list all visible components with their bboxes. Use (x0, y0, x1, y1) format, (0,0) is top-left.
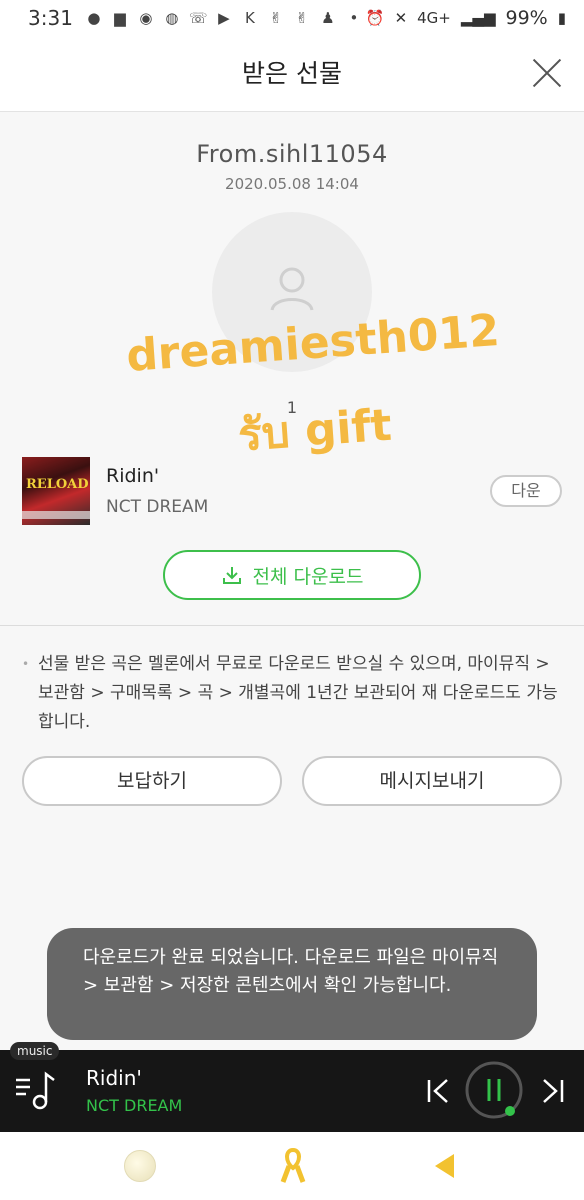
music-tag: music (10, 1042, 60, 1060)
album-cover-text: RELOAD (26, 477, 89, 492)
pause-icon[interactable] (464, 1060, 524, 1120)
send-message-button[interactable]: 메시지보내기 (302, 756, 562, 806)
status-time: 3:31 (28, 6, 73, 30)
reply-gift-button[interactable]: 보답하기 (22, 756, 282, 806)
download-button[interactable]: 다운 (490, 475, 562, 507)
album-cover: RELOAD (22, 457, 90, 525)
battery-icon: ▮ (557, 9, 566, 27)
dot-icon: • (349, 9, 359, 27)
toast-message: 다운로드가 완료 되었습니다. 다운로드 파일은 마이뮤직 > 보관함 > 저장… (47, 928, 537, 1040)
download-icon (222, 567, 241, 584)
notice-text: 선물 받은 곡은 멜론에서 무료로 다운로드 받으실 수 있으며, 마이뮤직 >… (22, 650, 562, 737)
user-icon (270, 267, 314, 311)
system-nav-bar (0, 1132, 584, 1200)
mini-player[interactable]: Ridin' NCT DREAM (0, 1050, 584, 1132)
youtube-icon: ▶ (218, 9, 230, 27)
peace-icon: ✌ (269, 9, 283, 27)
figure-icon: ♟ (321, 9, 335, 27)
line-icon: ◍ (165, 9, 179, 27)
mute-icon: ✕ (394, 9, 408, 27)
player-artist: NCT DREAM (86, 1096, 183, 1115)
moon-icon[interactable] (124, 1150, 156, 1182)
song-row: RELOAD Ridin' NCT DREAM 다운 (0, 455, 584, 527)
player-title: Ridin' (86, 1066, 142, 1090)
download-all-label: 전체 다운로드 (252, 565, 364, 588)
action-buttons: 보답하기 메시지보내기 (22, 756, 562, 806)
notification-icons: ● ▆ ◉ ◍ ☏ ▶ K ✌ ✌ ♟ • (85, 9, 363, 27)
kplus-icon: K (245, 9, 255, 27)
battery-percent: 99% (505, 7, 548, 29)
gift-date: 2020.05.08 14:04 (225, 175, 359, 193)
status-right: ⏰ ✕ 4G+ ▂▄▆ 99% ▮ (366, 7, 566, 29)
gift-sender: From.sihl11054 (196, 140, 388, 168)
app-notification-icon: ● (87, 9, 101, 27)
divider (0, 625, 584, 626)
playlist-icon[interactable] (14, 1070, 58, 1112)
previous-icon[interactable] (423, 1076, 453, 1106)
ribbon-icon[interactable] (280, 1146, 306, 1186)
peace-icon-2: ✌ (295, 9, 309, 27)
message-icon: ▆ (114, 9, 126, 27)
back-icon[interactable] (432, 1152, 458, 1180)
panda-icon: ◉ (139, 9, 153, 27)
network-label: 4G+ (417, 9, 451, 27)
header: 받은 선물 (0, 36, 584, 112)
page-title: 받은 선물 (242, 59, 342, 88)
next-icon[interactable] (538, 1076, 568, 1106)
song-title: Ridin' (106, 465, 160, 487)
close-icon[interactable] (530, 56, 564, 90)
song-artist: NCT DREAM (106, 497, 209, 517)
alarm-icon: ⏰ (365, 9, 385, 27)
status-bar: 3:31 ● ▆ ◉ ◍ ☏ ▶ K ✌ ✌ ♟ • ⏰ ✕ 4G+ ▂▄▆ 9… (0, 0, 584, 36)
download-all-button[interactable]: 전체 다운로드 (163, 550, 421, 600)
signal-icon: ▂▄▆ (460, 9, 496, 27)
call-icon: ☏ (188, 9, 208, 27)
